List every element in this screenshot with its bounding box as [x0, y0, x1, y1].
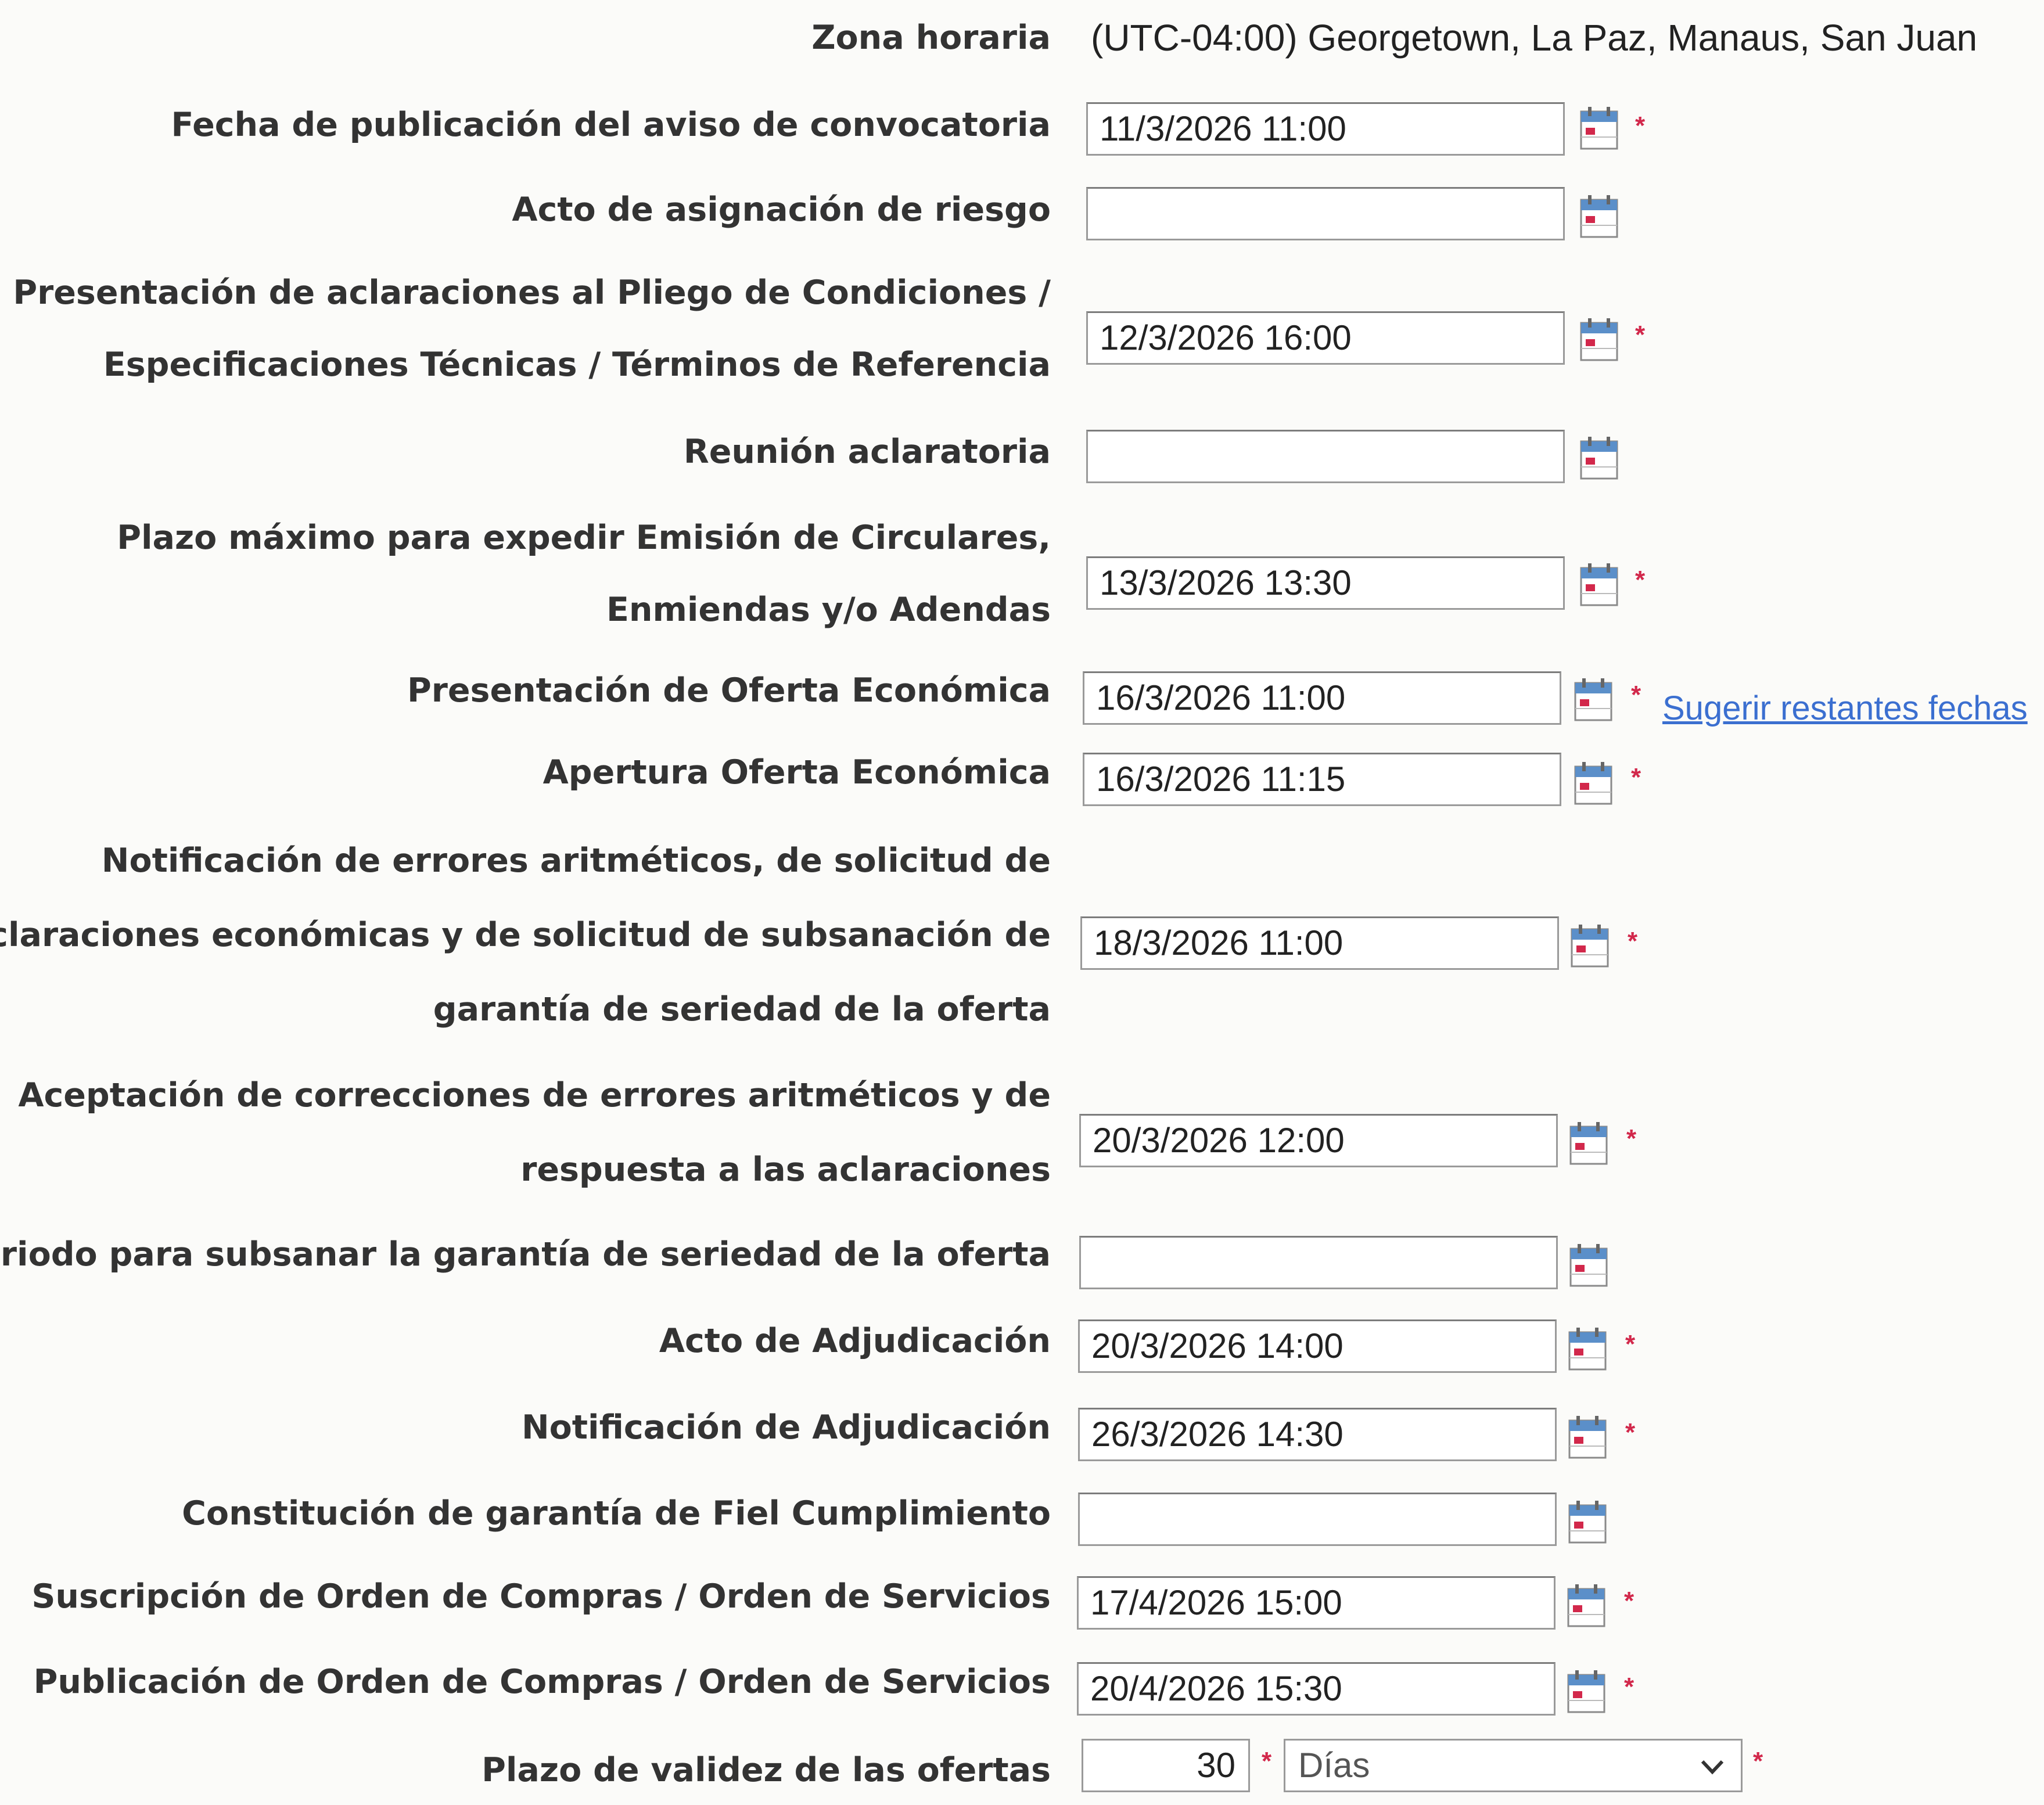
chevron-down-icon — [1701, 1760, 1724, 1775]
required-marker: * — [1624, 1673, 1635, 1701]
required-marker: * — [1631, 763, 1641, 792]
calendar-icon[interactable] — [1578, 434, 1621, 482]
field-label-line1: Plazo máximo para expedir Emisión de Cir… — [117, 519, 1051, 557]
field-label: Publicación de Orden de Compras / Orden … — [33, 1663, 1051, 1701]
field-label-line1: Notificación de errores aritméticos, de … — [101, 842, 1051, 880]
field-label: Presentación de Oferta Económica — [407, 671, 1051, 710]
suscripcion-orden-date-input[interactable]: 17/4/2026 15:00 — [1077, 1576, 1556, 1630]
calendar-icon[interactable] — [1578, 316, 1621, 364]
field-label: Fecha de publicación del aviso de convoc… — [171, 106, 1051, 144]
notificacion-adjudicacion-date-input[interactable]: 26/3/2026 14:30 — [1078, 1408, 1557, 1461]
validity-label: Plazo de validez de las ofertas — [482, 1751, 1051, 1789]
validity-unit-select[interactable]: Días — [1284, 1739, 1743, 1792]
field-label-line3: garantía de seriedad de la oferta — [433, 990, 1051, 1029]
calendar-icon[interactable] — [1578, 561, 1621, 609]
reunion-aclaratoria-date-input[interactable] — [1086, 430, 1565, 483]
required-marker: * — [1635, 321, 1646, 349]
field-label: Acto de asignación de riesgo — [512, 190, 1051, 229]
field-label: Acto de Adjudicación — [659, 1322, 1051, 1360]
sugerir-fechas-link[interactable]: Sugerir restantes fechas — [1662, 689, 2028, 728]
garantia-fiel-cumplimiento-date-input[interactable] — [1078, 1493, 1557, 1546]
timezone-label: Zona horaria — [811, 19, 1051, 57]
notificacion-errores-date-input[interactable]: 18/3/2026 11:00 — [1080, 916, 1559, 970]
calendar-icon[interactable] — [1566, 1414, 1609, 1461]
calendar-icon[interactable] — [1565, 1582, 1608, 1630]
validity-number-input[interactable]: 30 — [1082, 1739, 1250, 1792]
required-marker: * — [1631, 681, 1641, 709]
acto-adjudicacion-date-input[interactable]: 20/3/2026 14:00 — [1078, 1319, 1557, 1373]
presentacion-oferta-date-input[interactable]: 16/3/2026 11:00 — [1083, 671, 1561, 725]
calendar-icon[interactable] — [1572, 676, 1615, 724]
calendar-icon[interactable] — [1572, 760, 1615, 807]
required-marker: * — [1625, 1418, 1636, 1447]
field-label: Suscripción de Orden de Compras / Orden … — [31, 1577, 1051, 1616]
required-marker: * — [1628, 927, 1638, 955]
publicacion-aviso-date-input[interactable]: 11/3/2026 11:00 — [1086, 102, 1565, 156]
field-label: Notificación de Adjudicación — [521, 1408, 1051, 1447]
field-label: Reunión aclaratoria — [683, 433, 1051, 471]
validity-unit-value: Días — [1298, 1746, 1370, 1785]
calendar-icon[interactable] — [1567, 1120, 1610, 1167]
calendar-icon[interactable] — [1565, 1668, 1608, 1716]
subsanar-garantia-date-input[interactable] — [1079, 1236, 1558, 1289]
field-label: Periodo para subsanar la garantía de ser… — [0, 1235, 1051, 1274]
field-label: Apertura Oferta Económica — [543, 753, 1051, 792]
calendar-icon[interactable] — [1578, 193, 1621, 240]
calendar-icon[interactable] — [1568, 922, 1611, 970]
field-label-line2: respuesta a las aclaraciones — [520, 1150, 1051, 1189]
calendar-icon[interactable] — [1566, 1325, 1609, 1373]
required-marker: * — [1635, 112, 1646, 140]
field-label-line2: Enmiendas y/o Adendas — [606, 591, 1051, 629]
publicacion-orden-date-input[interactable]: 20/4/2026 15:30 — [1077, 1662, 1556, 1716]
calendar-icon[interactable] — [1578, 105, 1621, 152]
emision-circulares-date-input[interactable]: 13/3/2026 13:30 — [1086, 556, 1565, 610]
aceptacion-correcciones-date-input[interactable]: 20/3/2026 12:00 — [1079, 1114, 1558, 1167]
required-marker: * — [1635, 566, 1646, 594]
aclaraciones-pliego-date-input[interactable]: 12/3/2026 16:00 — [1086, 311, 1565, 365]
field-label-line2: aclaraciones económicas y de solicitud d… — [0, 916, 1051, 954]
timezone-value: (UTC-04:00) Georgetown, La Paz, Manaus, … — [1091, 17, 1978, 59]
field-label-line1: Presentación de aclaraciones al Pliego d… — [13, 274, 1051, 312]
required-marker: * — [1625, 1330, 1636, 1358]
calendar-icon[interactable] — [1567, 1242, 1610, 1289]
required-marker: * — [1624, 1587, 1635, 1615]
field-label: Constitución de garantía de Fiel Cumplim… — [182, 1494, 1051, 1533]
required-marker: * — [1262, 1747, 1272, 1775]
required-marker: * — [1753, 1747, 1763, 1775]
apertura-oferta-date-input[interactable]: 16/3/2026 11:15 — [1083, 753, 1561, 806]
field-label-line1: Aceptación de correcciones de errores ar… — [18, 1076, 1051, 1114]
required-marker: * — [1626, 1124, 1637, 1153]
asignacion-riesgo-date-input[interactable] — [1086, 187, 1565, 240]
field-label-line2: Especificaciones Técnicas / Términos de … — [103, 346, 1051, 384]
calendar-icon[interactable] — [1566, 1498, 1609, 1546]
